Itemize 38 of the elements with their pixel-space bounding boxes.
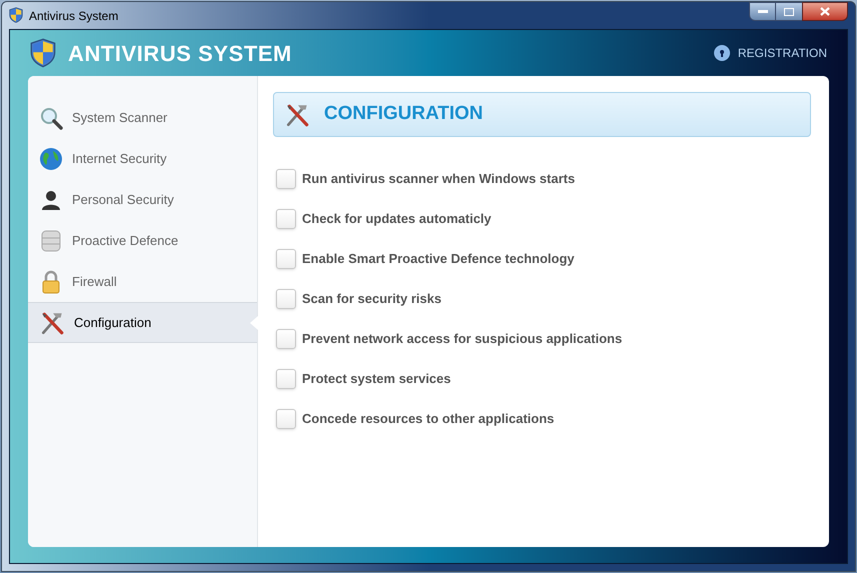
option-label: Scan for security risks bbox=[302, 290, 442, 308]
minimize-icon bbox=[758, 10, 768, 14]
sidebar-item[interactable]: Personal Security bbox=[28, 179, 257, 220]
close-button[interactable] bbox=[802, 2, 848, 21]
checkbox[interactable] bbox=[276, 249, 296, 269]
database-icon bbox=[39, 228, 63, 252]
checkbox[interactable] bbox=[276, 209, 296, 229]
sidebar-item[interactable]: System Scanner bbox=[28, 97, 257, 138]
registration-link[interactable]: REGISTRATION bbox=[714, 44, 827, 62]
sidebar-item[interactable]: Firewall bbox=[28, 261, 257, 302]
option-label: Enable Smart Proactive Defence technology bbox=[302, 250, 574, 268]
shield-icon bbox=[9, 7, 23, 24]
maximize-button[interactable] bbox=[776, 2, 802, 21]
minimize-button[interactable] bbox=[749, 2, 776, 21]
option-label: Concede resources to other applications bbox=[302, 410, 554, 428]
magnifier-icon bbox=[39, 106, 63, 130]
window-title: Antivirus System bbox=[29, 8, 118, 24]
sidebar-item[interactable]: Configuration bbox=[28, 302, 257, 343]
section-title: CONFIGURATION bbox=[324, 102, 484, 126]
close-icon bbox=[820, 7, 830, 16]
option-label: Check for updates automaticly bbox=[302, 210, 492, 228]
sidebar-item[interactable]: Internet Security bbox=[28, 138, 257, 179]
option-label: Prevent network access for suspicious applications bbox=[302, 330, 622, 348]
maximize-icon bbox=[784, 8, 794, 16]
checkbox[interactable] bbox=[276, 289, 296, 309]
checkbox[interactable] bbox=[276, 409, 296, 429]
key-icon bbox=[714, 45, 730, 61]
checkbox[interactable] bbox=[276, 169, 296, 189]
sidebar-item[interactable]: Proactive Defence bbox=[28, 220, 257, 261]
tools-icon bbox=[39, 310, 65, 336]
option-label: Run antivirus scanner when Windows starts bbox=[302, 170, 575, 188]
checkbox[interactable] bbox=[276, 329, 296, 349]
app-title: ANTIVIRUS SYSTEM bbox=[68, 40, 292, 68]
globe-icon bbox=[39, 146, 63, 170]
tools-icon bbox=[284, 102, 310, 128]
shield-logo-icon bbox=[30, 38, 56, 68]
checkbox[interactable] bbox=[276, 369, 296, 389]
option-label: Protect system services bbox=[302, 370, 451, 388]
